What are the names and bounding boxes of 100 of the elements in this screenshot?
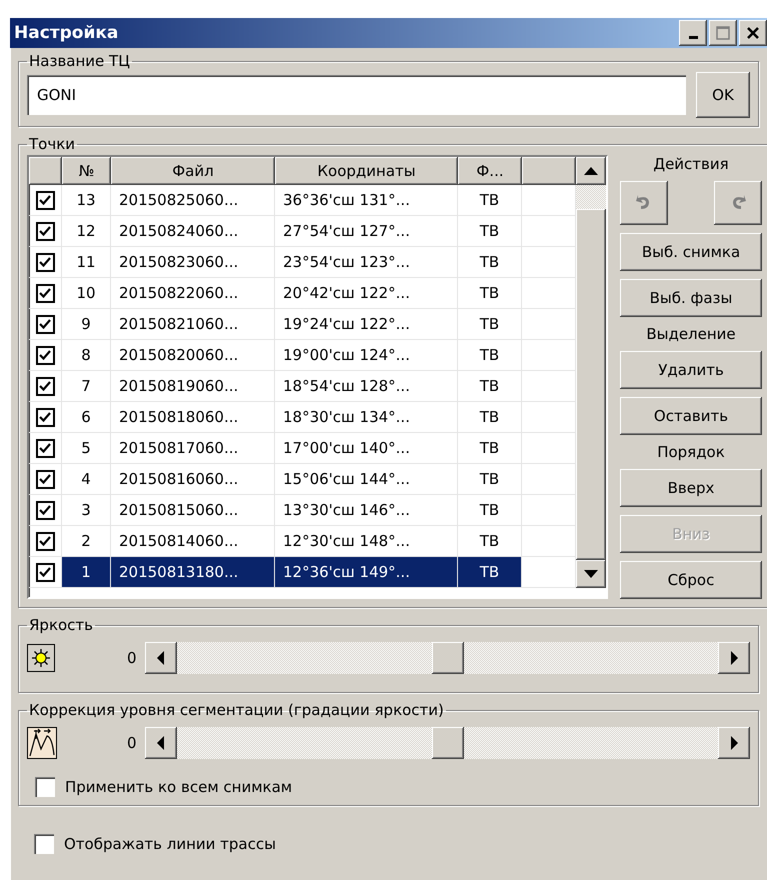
left-arrow-icon	[157, 651, 165, 665]
scroll-right-button[interactable]	[718, 642, 750, 674]
table-cell: ТВ	[458, 402, 522, 433]
table-cell: 23°54'сш 123°...	[275, 247, 458, 278]
checkbox[interactable]	[36, 252, 54, 272]
checkbox[interactable]	[36, 438, 54, 458]
column-header[interactable]: Координаты	[275, 157, 458, 185]
scroll-left-button[interactable]	[145, 642, 177, 674]
slider-value: 0	[127, 649, 138, 667]
table-cell: 18°54'сш 128°...	[275, 371, 458, 402]
checkbox[interactable]	[34, 834, 54, 854]
checkbox[interactable]	[36, 222, 54, 240]
table-cell: 8	[62, 340, 111, 371]
group-label: Название ТЦ	[28, 52, 131, 70]
table-cell: ТВ	[458, 495, 522, 526]
minimize-button[interactable]	[679, 20, 707, 46]
peaks-icon[interactable]	[27, 727, 57, 759]
checkmark-icon	[38, 410, 52, 424]
slider-thumb[interactable]	[432, 727, 464, 759]
column-header[interactable]: Файл	[111, 157, 275, 185]
checkbox[interactable]	[36, 190, 54, 210]
checkbox[interactable]	[36, 408, 54, 426]
checkmark-icon	[38, 286, 52, 300]
table-cell: 20150821060...	[111, 309, 275, 340]
group-label: Яркость	[28, 616, 94, 634]
window-title: Настройка	[14, 23, 120, 43]
checkbox-label: Применить ко всем снимкам	[65, 778, 292, 796]
checkbox[interactable]	[36, 314, 54, 334]
checkbox[interactable]	[36, 562, 54, 582]
table-cell: 20150823060...	[111, 247, 275, 278]
section-label: Порядок	[656, 443, 726, 463]
action-button[interactable]: Выб. фазы	[620, 279, 762, 317]
table-cell: 19°00'сш 124°...	[275, 340, 458, 371]
table-cell: 17°00'сш 140°...	[275, 433, 458, 464]
table-cell: 7	[62, 371, 111, 402]
table-cell: 19°24'сш 122°...	[275, 309, 458, 340]
section-label: Действия	[652, 155, 730, 175]
table-cell: 20150820060...	[111, 340, 275, 371]
up-arrow-icon	[584, 167, 598, 175]
table-cell: 20150813180...	[111, 557, 275, 588]
column-header[interactable]: №	[62, 157, 111, 185]
ok-button[interactable]: OK	[696, 72, 750, 118]
action-button[interactable]: Сброс	[620, 561, 762, 599]
table-cell: 18°30'сш 134°...	[275, 402, 458, 433]
checkbox[interactable]	[36, 532, 54, 550]
table-cell: 20150818060...	[111, 402, 275, 433]
checkbox-label: Отображать линии трассы	[64, 835, 276, 853]
table-cell: 10	[62, 278, 111, 309]
table-cell: 15°06'сш 144°...	[275, 464, 458, 495]
column-header[interactable]: Ф...	[458, 157, 522, 185]
section-label: Выделение	[645, 325, 737, 345]
sun-icon[interactable]	[27, 644, 55, 672]
action-button[interactable]: Оставить	[620, 397, 762, 435]
scrollbar[interactable]	[576, 157, 606, 588]
column-header[interactable]	[522, 157, 576, 185]
checkmark-icon	[38, 224, 52, 238]
table-cell: 20150819060...	[111, 371, 275, 402]
close-icon	[746, 26, 760, 40]
checkbox[interactable]	[35, 777, 55, 797]
table-cell: ТВ	[458, 309, 522, 340]
table-cell: 6	[62, 402, 111, 433]
action-button[interactable]: Вверх	[620, 469, 762, 507]
column-header[interactable]	[29, 157, 62, 185]
table-cell: 20150825060...	[111, 185, 275, 216]
checkmark-icon	[38, 472, 52, 486]
action-button[interactable]: Выб. снимка	[620, 233, 762, 271]
down-arrow-icon	[584, 570, 598, 578]
right-arrow-icon	[730, 651, 738, 665]
checkmark-icon	[38, 565, 52, 579]
table-cell: 20150817060...	[111, 433, 275, 464]
group-label: Коррекция уровня сегментации (градации яркости)	[28, 701, 445, 719]
checkmark-icon	[38, 503, 52, 517]
scroll-left-button[interactable]	[145, 727, 177, 759]
table-cell: 5	[62, 433, 111, 464]
table-cell: 13°30'сш 146°...	[275, 495, 458, 526]
table-cell: 36°36'сш 131°...	[275, 185, 458, 216]
checkmark-icon	[38, 348, 52, 362]
checkmark-icon	[38, 379, 52, 393]
action-button[interactable]: Удалить	[620, 351, 762, 389]
scroll-right-button[interactable]	[718, 727, 750, 759]
table-cell: 20150824060...	[111, 216, 275, 247]
table-cell: 9	[62, 309, 111, 340]
right-arrow-icon	[730, 736, 738, 750]
checkmark-icon	[38, 441, 52, 455]
maximize-button[interactable]	[709, 20, 737, 46]
slider-thumb[interactable]	[432, 642, 464, 674]
group-label: Точки	[28, 135, 76, 153]
name-input-field[interactable]: GONI	[27, 75, 686, 115]
minimize-icon	[688, 36, 698, 39]
checkbox[interactable]	[36, 284, 54, 302]
table-cell: 3	[62, 495, 111, 526]
table-cell: ТВ	[458, 371, 522, 402]
checkbox[interactable]	[36, 346, 54, 364]
table-cell: ТВ	[458, 464, 522, 495]
checkbox[interactable]	[36, 376, 54, 396]
table-cell: 20150816060...	[111, 464, 275, 495]
checkbox[interactable]	[36, 500, 54, 520]
left-arrow-icon	[157, 736, 165, 750]
checkbox[interactable]	[36, 470, 54, 488]
close-button[interactable]	[739, 20, 767, 46]
